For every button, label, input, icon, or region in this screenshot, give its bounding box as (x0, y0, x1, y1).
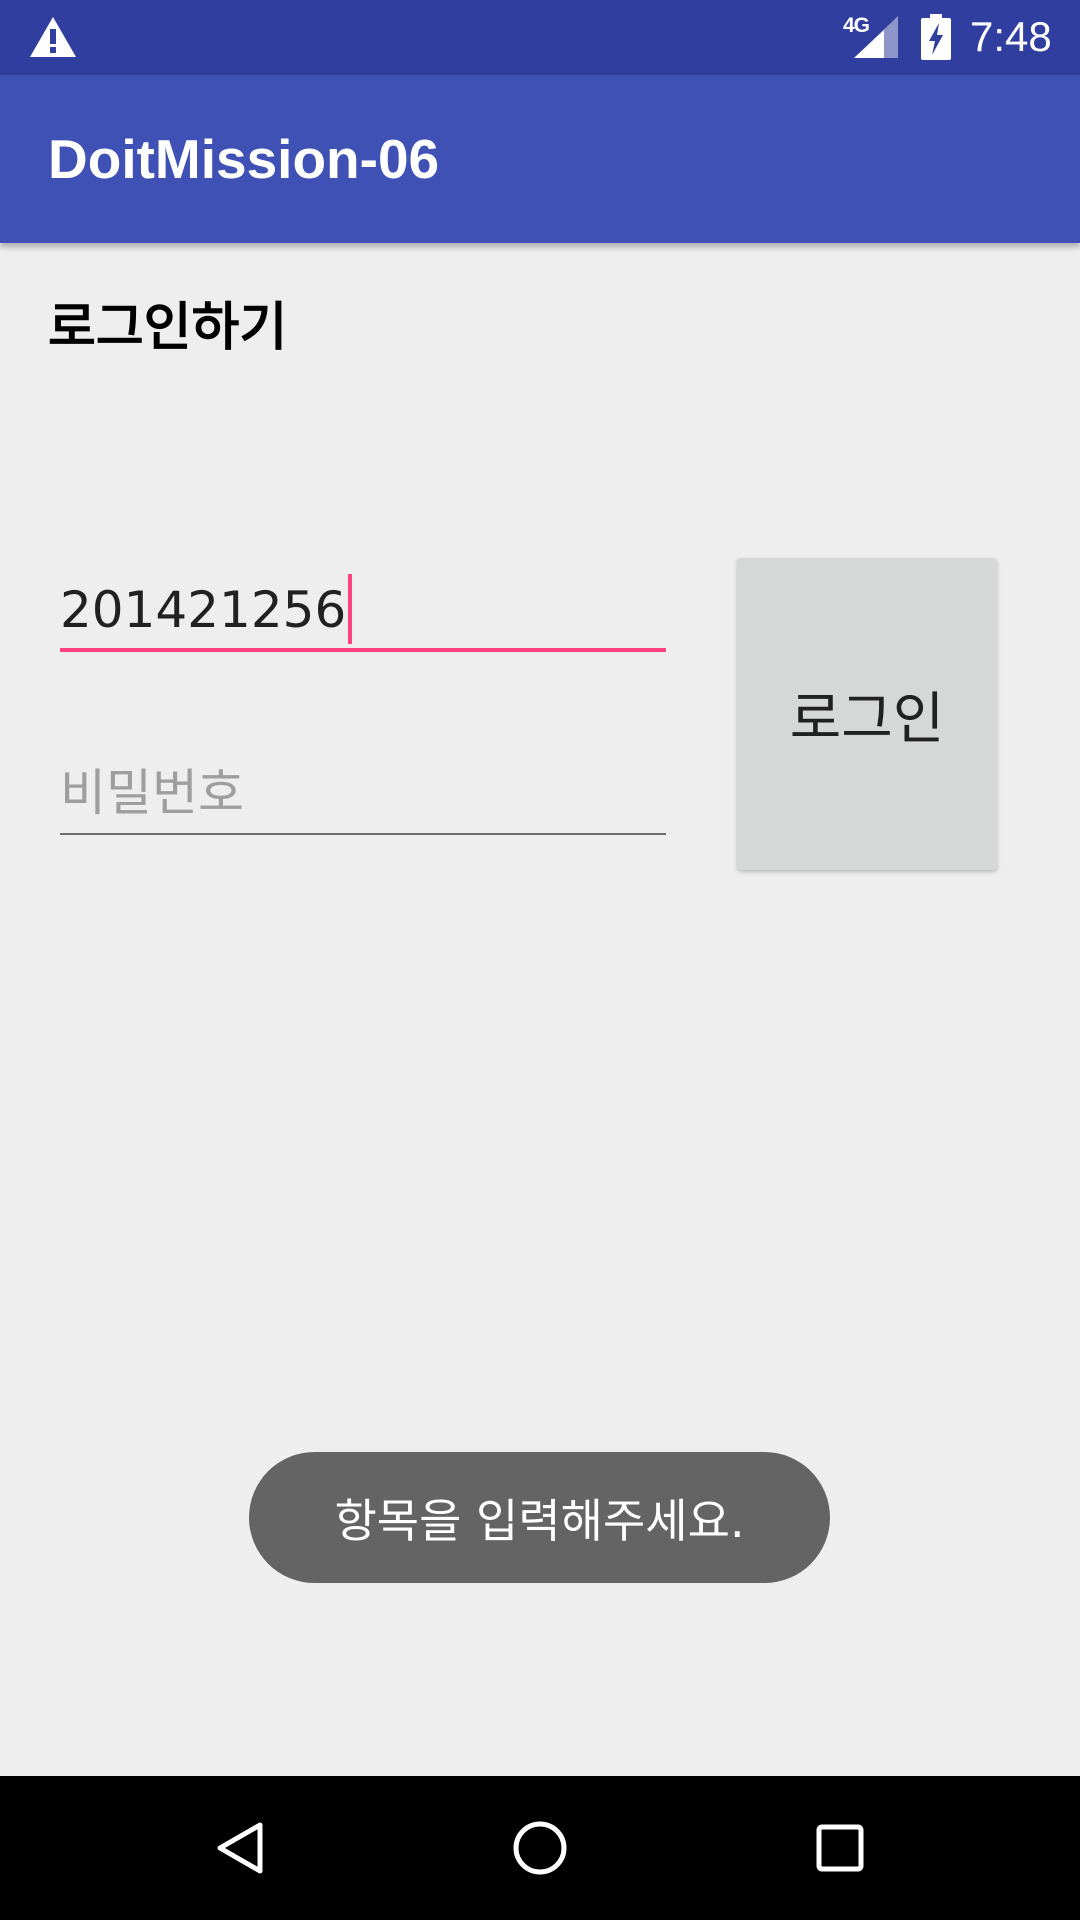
id-field-value: 201421256 (60, 574, 353, 646)
id-field-text: 201421256 (60, 581, 347, 639)
back-icon (217, 1822, 263, 1874)
battery-charging-icon (921, 14, 951, 60)
home-icon (513, 1821, 567, 1875)
text-cursor (348, 574, 353, 644)
home-button[interactable] (440, 1776, 640, 1920)
warning-icon (30, 17, 76, 57)
signal-icon (854, 16, 898, 58)
clock: 7:48 (970, 13, 1052, 60)
app-bar: DoitMission-06 (0, 75, 1080, 243)
status-bar: 4G 7:48 (0, 0, 1080, 75)
id-field[interactable]: 201421256 (60, 572, 666, 652)
toast-message: 항목을 입력해주세요. (334, 1493, 745, 1548)
app-title: DoitMission-06 (48, 128, 440, 190)
navigation-bar (0, 1776, 1080, 1920)
password-field[interactable] (60, 755, 666, 831)
toast: 항목을 입력해주세요. (249, 1452, 830, 1583)
page-heading: 로그인하기 (48, 298, 288, 358)
password-field-container (60, 755, 666, 835)
recents-icon (816, 1824, 864, 1872)
back-button[interactable] (140, 1776, 340, 1920)
login-button[interactable]: 로그인 (737, 558, 997, 870)
screen: 4G 7:48 DoitMission-06 로그인하기 201421256 로… (0, 0, 1080, 1920)
recents-button[interactable] (740, 1776, 940, 1920)
